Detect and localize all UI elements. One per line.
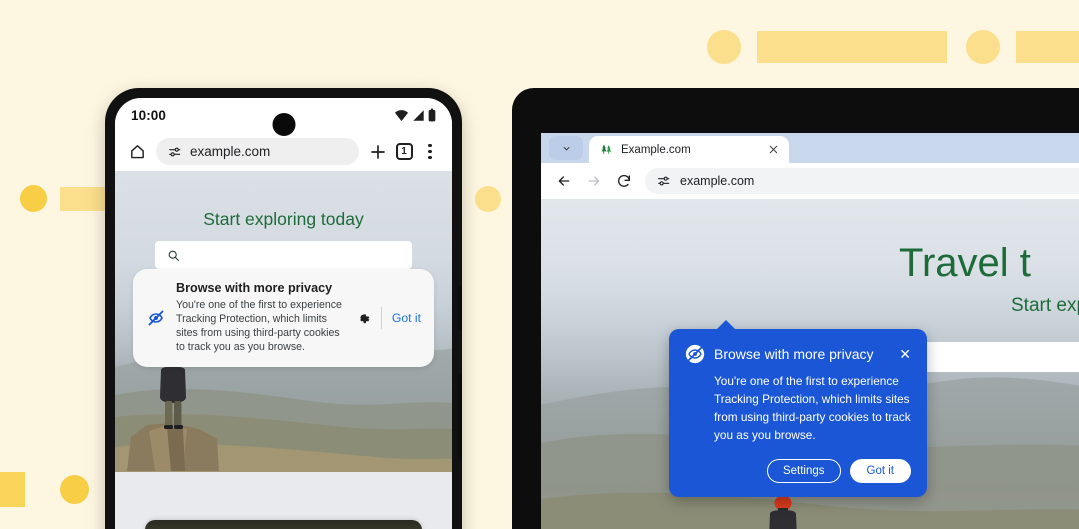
- back-button[interactable]: [551, 168, 577, 194]
- status-clock: 10:00: [131, 107, 167, 123]
- cell-signal-icon: [413, 109, 424, 121]
- close-icon[interactable]: [768, 144, 779, 155]
- phone-screen: 10:00 example.com 1 Start exploring toda…: [115, 98, 452, 529]
- decor-bar-top-1: [757, 31, 947, 63]
- decor-circle-top-2: [966, 30, 1000, 64]
- phone-address-bar[interactable]: example.com: [156, 138, 359, 165]
- chevron-down-icon: [563, 146, 569, 150]
- address-bar-url: example.com: [680, 174, 755, 188]
- eye-off-icon: [148, 310, 164, 326]
- close-icon[interactable]: ✕: [899, 347, 911, 361]
- phone-card-actions: Got it: [356, 306, 421, 329]
- status-icons: [394, 108, 436, 122]
- battery-icon: [428, 108, 436, 122]
- hiker-illustration: [769, 495, 797, 529]
- laptop-device: Example.com example.com Travel t Start e…: [512, 88, 1079, 529]
- phone-address-url: example.com: [190, 144, 271, 159]
- arrow-back-icon: [558, 176, 570, 186]
- tune-icon[interactable]: [657, 174, 671, 188]
- phone-page-heading: Start exploring today: [203, 209, 364, 229]
- new-tab-button[interactable]: [365, 143, 391, 161]
- browser-tab-active[interactable]: Example.com: [589, 136, 789, 163]
- phone-browser-toolbar: example.com 1: [115, 132, 452, 171]
- page-heading: Travel t: [899, 241, 1031, 285]
- tab-switcher-button[interactable]: 1: [391, 143, 417, 160]
- home-icon: [130, 145, 144, 159]
- forest-icon: [601, 144, 612, 154]
- tab-search-button[interactable]: [549, 136, 583, 160]
- eye-off-icon: [685, 344, 705, 364]
- settings-button[interactable]: Settings: [766, 458, 841, 483]
- screenshot-root: Example.com example.com Travel t Start e…: [0, 0, 1079, 529]
- phone-power-button[interactable]: [458, 286, 462, 330]
- phone-got-it-button[interactable]: Got it: [392, 311, 421, 325]
- dialog-title: Browse with more privacy: [714, 346, 874, 362]
- tab-count-badge: 1: [395, 143, 413, 160]
- decor-bar-top-2: [1016, 31, 1079, 63]
- kebab-menu-icon: [428, 144, 432, 159]
- reload-icon: [618, 174, 630, 187]
- dialog-body: You're one of the first to experience Tr…: [714, 374, 911, 442]
- decor-circle-mid: [475, 186, 501, 212]
- phone-hiker-illustration: [127, 352, 219, 471]
- search-icon: [168, 250, 179, 261]
- gear-icon[interactable]: [356, 310, 371, 325]
- decor-circle-top-1: [707, 30, 741, 64]
- phone-webpage-content: Start exploring today Browse with more p…: [115, 171, 452, 529]
- card-divider: [380, 306, 382, 329]
- reload-button[interactable]: [611, 168, 637, 194]
- dialog-actions: Settings Got it: [685, 458, 911, 483]
- phone-card-text: Browse with more privacy You're one of t…: [176, 281, 346, 354]
- decor-circle-bottom: [60, 475, 89, 504]
- browser-tabstrip: Example.com: [541, 133, 1079, 163]
- phone-volume-button[interactable]: [458, 374, 462, 460]
- phone-card-title: Browse with more privacy: [176, 281, 333, 295]
- laptop-screen: Example.com example.com Travel t Start e…: [541, 133, 1079, 529]
- webpage-content: Travel t Start exp: [541, 199, 1079, 529]
- got-it-button[interactable]: Got it: [849, 458, 911, 483]
- phone-device: 10:00 example.com 1 Start exploring toda…: [105, 88, 462, 529]
- page-subheading: Start exp: [1011, 295, 1079, 316]
- phone-privacy-card: Browse with more privacy You're one of t…: [133, 269, 434, 368]
- decor-circle-left: [20, 185, 47, 212]
- phone-card-body: You're one of the first to experience Tr…: [176, 299, 342, 354]
- browser-toolbar: example.com: [541, 163, 1079, 199]
- privacy-dialog: Browse with more privacy ✕ You're one of…: [669, 320, 927, 497]
- phone-page-search-box[interactable]: [155, 241, 412, 269]
- forward-button[interactable]: [581, 168, 607, 194]
- dialog-header: Browse with more privacy ✕: [685, 344, 911, 364]
- phone-menu-button[interactable]: [417, 144, 443, 159]
- phone-photo-card[interactable]: [145, 520, 422, 529]
- wifi-icon: [394, 109, 409, 121]
- decor-square-bottom: [0, 472, 25, 507]
- address-bar[interactable]: example.com: [645, 168, 1079, 194]
- plus-icon: [371, 144, 385, 159]
- home-button[interactable]: [124, 143, 150, 160]
- dialog-arrow: [716, 320, 736, 330]
- phone-front-camera: [272, 113, 295, 136]
- arrow-forward-icon: [588, 176, 600, 186]
- browser-tab-title: Example.com: [621, 143, 691, 156]
- tune-icon[interactable]: [168, 145, 182, 159]
